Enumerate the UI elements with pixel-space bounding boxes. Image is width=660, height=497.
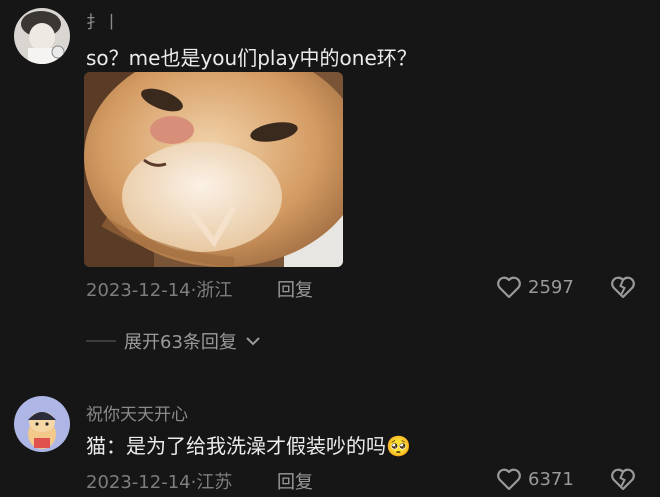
comment-1-dislike-button[interactable] xyxy=(610,275,636,299)
chevron-down-icon xyxy=(246,337,260,346)
expand-replies-label: 展开63条回复 xyxy=(124,332,237,353)
comment-thread: 扌丨 so？me也是you们play中的one环？ 2023-12-14·浙江 … xyxy=(0,0,660,497)
avatar-image xyxy=(14,8,70,64)
pleading-emoji: 🥺 xyxy=(386,434,411,458)
comment-1-like-count: 2597 xyxy=(528,276,574,298)
heart-outline-icon xyxy=(497,468,521,491)
expand-replies-button[interactable]: 展开63条回复 xyxy=(86,328,261,354)
comment-1-image[interactable] xyxy=(84,72,343,267)
avatar-commenter-2[interactable] xyxy=(14,396,70,452)
commenter-2-username[interactable]: 祝你天天开心 xyxy=(86,400,188,425)
comment-1-date-location: 2023-12-14·浙江 xyxy=(86,280,233,301)
cat-photo xyxy=(84,72,343,267)
comment-2-dislike-button[interactable] xyxy=(610,467,636,491)
comment-2-text: 猫：是为了给我洗澡才假装吵的吗🥺 xyxy=(86,430,411,459)
avatar-commenter-1[interactable] xyxy=(14,8,70,64)
comment-2-date-location: 2023-12-14·江苏 xyxy=(86,472,233,493)
comment-2-like-button[interactable]: 6371 xyxy=(496,467,574,491)
commenter-1-username[interactable]: 扌丨 xyxy=(86,8,120,33)
comment-2-like-count: 6371 xyxy=(528,468,574,490)
avatar-image xyxy=(14,396,70,452)
expand-divider xyxy=(86,340,116,342)
comment-1-like-button[interactable]: 2597 xyxy=(496,275,574,299)
heart-outline-icon xyxy=(497,276,521,299)
comment-2-reply-button[interactable]: 回复 xyxy=(277,468,313,494)
broken-heart-icon xyxy=(611,468,635,491)
comment-2-text-body: 猫：是为了给我洗澡才假装吵的吗 xyxy=(86,434,386,458)
comment-1-text: so？me也是you们play中的one环？ xyxy=(86,46,417,70)
broken-heart-icon xyxy=(611,276,635,299)
comment-1-reply-button[interactable]: 回复 xyxy=(277,276,313,302)
